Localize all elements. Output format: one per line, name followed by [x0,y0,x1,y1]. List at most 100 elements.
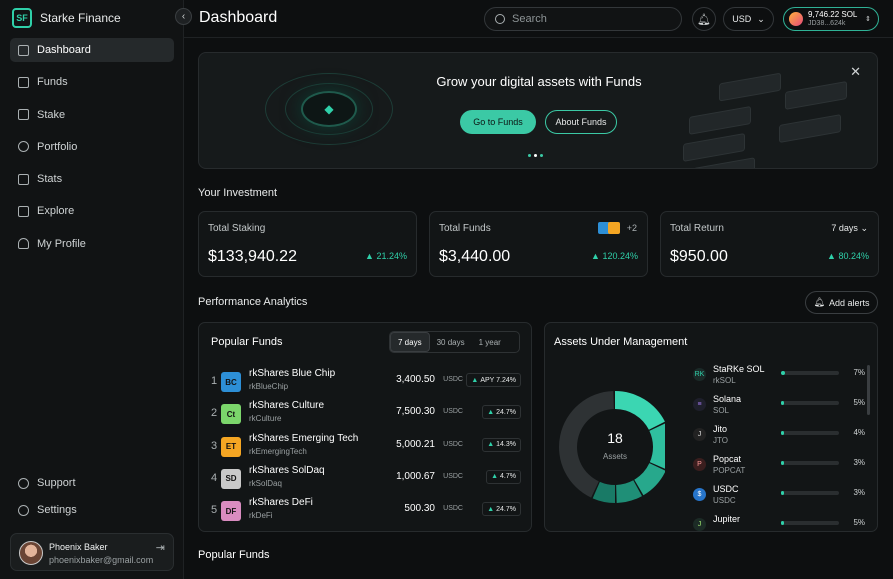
list-item[interactable]: J Jito JTO 4% [693,423,865,453]
change-badge: ▲ 24.7% [482,502,521,517]
bell-plus-icon: 🔔︎ [813,297,825,307]
sidebar-item-funds[interactable]: Funds [10,70,174,94]
fund-value: 5,000.21 [396,438,435,450]
go-to-funds-button[interactable]: Go to Funds [460,110,536,134]
currency-select[interactable]: USD ⌄ [723,7,774,31]
asset-share-bar [781,431,839,435]
asset-ticker: rkSOL [713,376,736,385]
sidebar-item-settings[interactable]: Settings [10,498,174,522]
change-value: 80.24% [838,251,869,261]
app: SF Starke Finance Dashboard Funds Stake … [0,0,893,579]
change-badge: ▲ 4.7% [486,469,521,484]
change-value: 21.24% [376,251,407,261]
fund-name: rkShares DeFi [249,497,313,509]
list-item[interactable]: $ USDC USDC 3% [693,483,865,513]
asset-icon: P [693,458,706,471]
sidebar-item-label: Stats [37,173,63,186]
illustration-card [689,105,751,135]
asset-list: RK StaRKe SOL rkSOL 7% ≡ Solana SOL 5% J Jito JTO 4… [693,363,865,531]
chevron-down-icon: ⌄ [860,223,868,233]
logout-icon[interactable]: ⇥ [156,541,165,554]
range-select[interactable]: 7 days ⌄ [831,223,868,234]
collapse-sidebar-button[interactable]: ‹ [175,8,192,25]
page-title: Dashboard [199,9,278,26]
carousel-dots [528,154,543,157]
profile-name: Phoenix Baker [49,542,108,552]
table-row[interactable]: 1 BC rkShares Blue Chip rkBlueChip 3,400.50 U… [211,367,521,397]
sidebar-item-label: Stake [37,108,66,121]
support-icon [18,477,29,489]
close-icon[interactable]: ✕ [850,64,861,80]
card-title: Assets Under Management [554,336,688,348]
fund-currency: USDC [443,376,463,383]
scrollbar[interactable] [867,365,870,415]
search-box[interactable] [484,7,682,31]
up-arrow-icon: ▲ [487,505,495,513]
sidebar-item-label: Portfolio [37,140,78,153]
funds-icon [18,76,29,88]
fund-name: rkShares Culture [249,400,325,412]
brand-logo: SF [12,8,32,28]
carousel-dot[interactable] [528,154,531,157]
donut-segment[interactable] [559,391,614,498]
carousel-dot[interactable] [540,154,543,157]
fund-value: 1,000.67 [396,470,435,482]
donut-segment[interactable] [615,391,665,430]
asset-share-fill [781,401,785,405]
wallet-button[interactable]: 9,746.22 SOL JD38...624k ⇕ [783,7,879,31]
change-badge: ▲ APY 7.24% [466,373,521,387]
tab-30-days[interactable]: 30 days [430,332,472,352]
illustration-card [785,81,847,110]
donut-segment[interactable] [649,423,665,469]
tab-7-days[interactable]: 7 days [390,332,430,352]
add-alerts-button[interactable]: 🔔︎ Add alerts [805,291,878,314]
fund-logo-icon [607,222,620,234]
sidebar-item-explore[interactable]: Explore [10,199,174,223]
row-rank: 3 [211,439,218,452]
tab-1-year[interactable]: 1 year [472,332,508,352]
sidebar-item-stats[interactable]: Stats [10,167,174,191]
list-item[interactable]: RK StaRKe SOL rkSOL 7% [693,363,865,393]
sidebar-item-portfolio[interactable]: Portfolio [10,135,174,159]
asset-percent: 5% [853,398,865,407]
portfolio-icon [18,141,29,153]
bell-icon: 🔔︎ [697,13,711,26]
fund-ticker: rkSolDaq [249,478,282,488]
table-row[interactable]: 3 ET rkShares Emerging Tech rkEmergingTech 5… [211,432,521,462]
sidebar-item-dashboard[interactable]: Dashboard [10,38,174,62]
up-arrow-icon: ▲ [471,376,479,384]
list-item[interactable]: ≡ Solana SOL 5% [693,393,865,423]
list-item[interactable]: J Jupiter 5% [693,513,865,531]
sidebar-item-support[interactable]: Support [10,471,174,495]
table-row[interactable]: 4 SD rkShares SolDaq rkSolDaq 1,000.67 USDC ▲ 4… [211,464,521,494]
fund-ticker: rkCulture [249,414,282,424]
brand[interactable]: SF Starke Finance [12,8,121,28]
stats-icon [18,173,29,185]
chevron-updown-icon: ⇕ [865,16,871,23]
search-input[interactable] [512,13,662,25]
about-funds-button[interactable]: About Funds [545,110,617,134]
profile-card[interactable]: Phoenix Baker phoenixbaker@gmail.com ⇥ [10,533,174,571]
wallet-address: JD38...624k [808,20,846,27]
table-row[interactable]: 5 DF rkShares DeFi rkDeFi 500.30 USDC ▲ 24.7% [211,496,521,526]
wallet-coin-icon [789,12,803,26]
table-row[interactable]: 2 Ct rkShares Culture rkCulture 7,500.30 USDC… [211,399,521,429]
carousel-dot[interactable] [534,154,537,157]
asset-icon: J [693,428,706,441]
row-rank: 1 [211,375,218,387]
stat-value: $133,940.22 [208,248,297,265]
fund-name: rkShares Emerging Tech [249,432,359,444]
stake-icon [18,109,29,121]
sidebar-item-my-profile[interactable]: My Profile [10,232,174,256]
list-item[interactable]: P Popcat POPCAT 3% [693,453,865,483]
fund-currency: USDC [443,505,463,513]
donut-segment[interactable] [634,463,665,496]
asset-icon: ≡ [693,398,706,411]
sidebar-item-stake[interactable]: Stake [10,103,174,127]
sidebar-item-label: My Profile [37,237,86,250]
stat-value: $950.00 [670,248,728,265]
notification-button[interactable]: 🔔︎ [692,7,716,31]
asset-share-bar [781,371,839,375]
asset-name: Popcat [713,454,742,464]
asset-name: USDC [713,484,739,494]
